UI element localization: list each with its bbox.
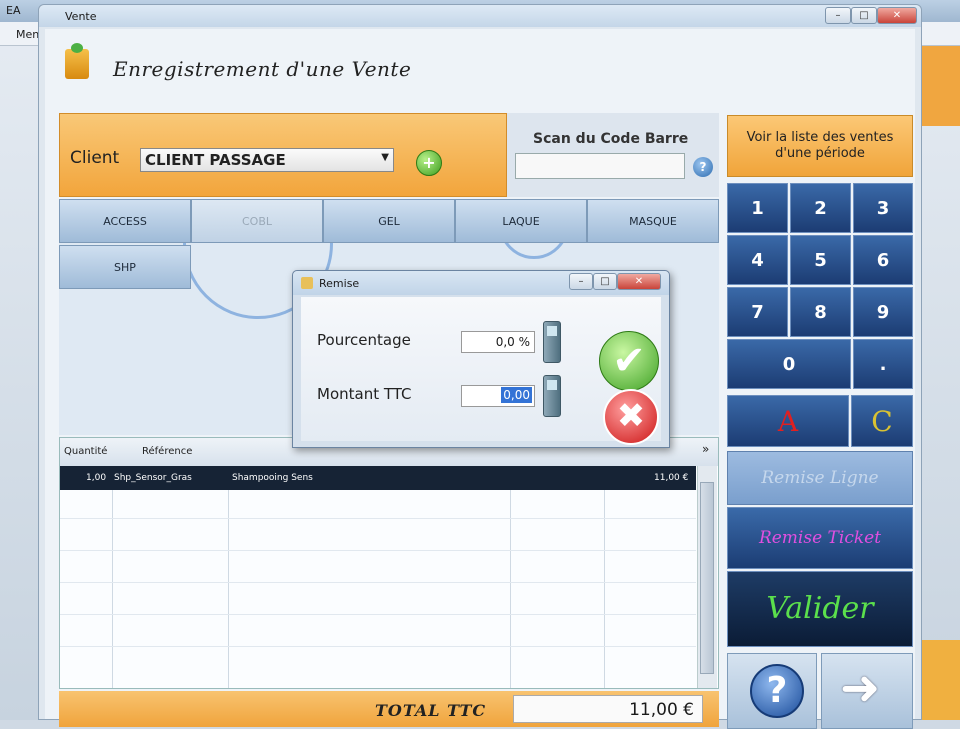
category-shp[interactable]: SHP	[59, 245, 191, 289]
column-divider	[228, 490, 229, 688]
remise-ticket-button[interactable]: Remise Ticket	[727, 507, 913, 569]
key-1[interactable]: 1	[727, 183, 788, 233]
keypad-phone-icon[interactable]	[543, 321, 561, 363]
row-divider	[60, 518, 696, 519]
window-title: Vente	[65, 10, 97, 23]
row-divider	[60, 582, 696, 583]
category-laque[interactable]: LAQUE	[455, 199, 587, 243]
plus-icon: +	[422, 153, 436, 172]
dialog-app-icon	[301, 277, 313, 289]
column-header-reference[interactable]: Référence	[142, 446, 192, 457]
help-icon[interactable]: ?	[693, 157, 713, 177]
maximize-button[interactable]: □	[851, 7, 877, 24]
category-masque[interactable]: MASQUE	[587, 199, 719, 243]
key-2[interactable]: 2	[790, 183, 851, 233]
scan-panel: Scan du Code Barre ?	[507, 113, 719, 197]
close-button[interactable]: ✕	[877, 7, 917, 24]
row-total: 11,00 €	[654, 473, 689, 483]
row-divider	[60, 614, 696, 615]
row-reference: Shp_Sensor_Gras	[114, 473, 192, 483]
scan-label: Scan du Code Barre	[533, 131, 689, 147]
pourcentage-input[interactable]: 0,0 %	[461, 331, 535, 353]
dialog-maximize-button[interactable]: □	[593, 273, 617, 290]
key-6[interactable]: 6	[853, 235, 913, 285]
close-icon: ✖	[616, 396, 646, 436]
row-quantity: 1,00	[86, 473, 107, 483]
table-row[interactable]: 1,00 Shp_Sensor_Gras Shampooing Sens 11,…	[60, 466, 696, 490]
cancel-button[interactable]: ✖	[603, 389, 659, 445]
row-divider	[60, 646, 696, 647]
category-cobl[interactable]: COBL	[191, 199, 323, 243]
key-a[interactable]: A	[727, 395, 849, 447]
window-titlebar: Vente – □ ✕	[39, 5, 921, 27]
key-3[interactable]: 3	[853, 183, 913, 233]
category-access[interactable]: ACCESS	[59, 199, 191, 243]
dialog-titlebar: Remise – □ ✕	[293, 271, 669, 295]
checkmark-icon: ✔	[612, 338, 646, 384]
background-panel	[922, 640, 960, 720]
key-decimal[interactable]: .	[853, 339, 913, 389]
column-header-quantite[interactable]: Quantité	[64, 446, 107, 457]
pourcentage-label: Pourcentage	[317, 331, 411, 349]
barcode-input[interactable]	[515, 153, 685, 179]
background-app-title: EA	[6, 4, 21, 17]
add-client-button[interactable]: +	[416, 150, 442, 176]
confirm-button[interactable]: ✔	[599, 331, 659, 391]
key-0[interactable]: 0	[727, 339, 851, 389]
column-divider	[510, 490, 511, 688]
scrollbar-thumb[interactable]	[700, 482, 714, 674]
key-5[interactable]: 5	[790, 235, 851, 285]
key-9[interactable]: 9	[853, 287, 913, 337]
client-label: Client	[70, 148, 120, 168]
client-panel: Client CLIENT PASSAGE ▼ +	[59, 113, 507, 197]
question-icon: ?	[750, 664, 804, 718]
sale-lines-table: Quantité Référence » 1,00 Shp_Sensor_Gra…	[59, 437, 719, 689]
remise-dialog: Remise – □ ✕ Pourcentage 0,0 % Montant T…	[292, 270, 670, 448]
client-select[interactable]: CLIENT PASSAGE ▼	[140, 148, 394, 172]
key-c[interactable]: C	[851, 395, 913, 447]
minimize-button[interactable]: –	[825, 7, 851, 24]
bag-leaf-icon	[71, 43, 83, 53]
shopping-bag-icon	[65, 49, 89, 79]
montant-ttc-input[interactable]: 0,00	[461, 385, 535, 407]
row-designation: Shampooing Sens	[232, 473, 313, 483]
dialog-title: Remise	[319, 277, 360, 290]
valider-button[interactable]: Valider	[727, 571, 913, 647]
expand-icon[interactable]: »	[702, 442, 709, 456]
dialog-close-button[interactable]: ✕	[617, 273, 661, 290]
category-gel[interactable]: GEL	[323, 199, 455, 243]
page-title: Enregistrement d'une Vente	[113, 57, 412, 81]
column-divider	[604, 490, 605, 688]
key-7[interactable]: 7	[727, 287, 788, 337]
client-select-value: CLIENT PASSAGE	[145, 151, 286, 169]
row-divider	[60, 550, 696, 551]
dialog-minimize-button[interactable]: –	[569, 273, 593, 290]
total-label: TOTAL TTC	[375, 701, 487, 720]
total-value: 11,00 €	[513, 695, 703, 723]
background-panel	[922, 46, 960, 126]
montant-ttc-label: Montant TTC	[317, 385, 412, 403]
remise-ligne-button[interactable]: Remise Ligne	[727, 451, 913, 505]
arrow-right-icon: ➜	[840, 660, 881, 716]
key-4[interactable]: 4	[727, 235, 788, 285]
help-button[interactable]: ?	[727, 653, 817, 729]
key-8[interactable]: 8	[790, 287, 851, 337]
next-button[interactable]: ➜	[821, 653, 913, 729]
dialog-body: Pourcentage 0,0 % Montant TTC 0,00 ✔ ✖	[301, 297, 661, 445]
chevron-down-icon: ▼	[381, 152, 389, 163]
column-divider	[112, 490, 113, 688]
montant-ttc-selected-text: 0,00	[501, 387, 532, 403]
total-bar: TOTAL TTC 11,00 €	[59, 691, 719, 727]
list-sales-button[interactable]: Voir la liste des ventes d'une période	[727, 115, 913, 177]
keypad-phone-icon[interactable]	[543, 375, 561, 417]
